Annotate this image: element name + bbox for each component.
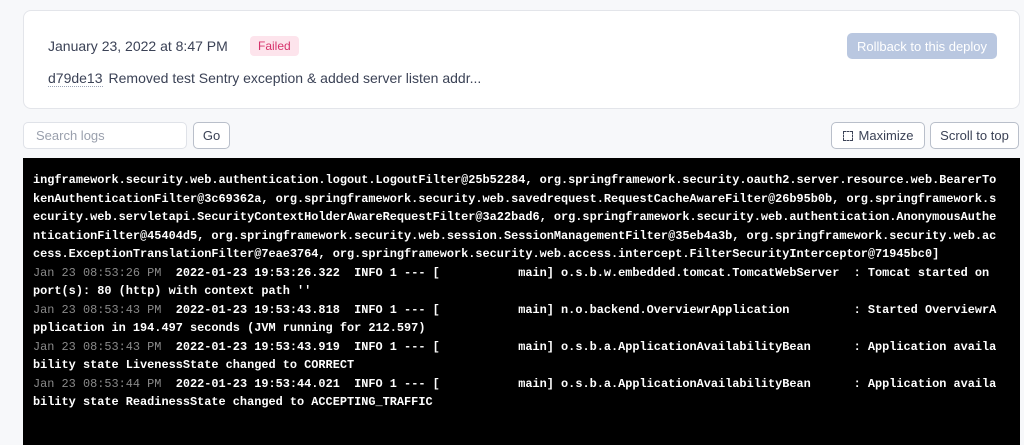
log-line: pplication in 194.497 seconds (JVM runni… <box>33 319 996 338</box>
go-button[interactable]: Go <box>193 122 230 149</box>
commit-sha-link[interactable]: d79de13 <box>48 70 103 87</box>
log-timestamp: Jan 23 08:53:43 PM <box>33 339 162 354</box>
status-badge: Failed <box>250 36 299 56</box>
log-lines: ingframework.security.web.authentication… <box>33 171 996 412</box>
log-line: bility state ReadinessState changed to A… <box>33 393 996 412</box>
log-line: Jan 23 08:53:43 PM 2022-01-23 19:53:43.8… <box>33 301 996 320</box>
log-timestamp: Jan 23 08:53:26 PM <box>33 265 162 280</box>
rollback-button[interactable]: Rollback to this deploy <box>847 33 997 59</box>
log-text: bility state LivenessState changed to CO… <box>33 358 355 372</box>
search-logs-input[interactable] <box>23 122 187 149</box>
maximize-label: Maximize <box>858 128 914 143</box>
log-line: kenAuthenticationFilter@3c69362a, org.sp… <box>33 190 996 209</box>
log-viewer[interactable]: ingframework.security.web.authentication… <box>23 158 1020 445</box>
log-line: port(s): 80 (http) with context path '' <box>33 282 996 301</box>
log-text: cess.ExceptionTranslationFilter@7eae3764… <box>33 247 940 261</box>
log-text: 2022-01-23 19:53:43.818 INFO 1 --- [ mai… <box>161 302 997 317</box>
deploy-card: January 23, 2022 at 8:47 PM Failed Rollb… <box>23 10 1020 109</box>
log-text: ingframework.security.web.authentication… <box>33 173 997 187</box>
log-text: port(s): 80 (http) with context path '' <box>33 284 312 298</box>
commit-message: Removed test Sentry exception & added se… <box>108 70 482 86</box>
log-text: pplication in 194.497 seconds (JVM runni… <box>33 321 426 335</box>
maximize-icon <box>842 131 853 141</box>
log-timestamp: Jan 23 08:53:44 PM <box>33 376 162 391</box>
log-line: Jan 23 08:53:43 PM 2022-01-23 19:53:43.9… <box>33 338 996 357</box>
log-line: cess.ExceptionTranslationFilter@7eae3764… <box>33 245 996 264</box>
log-text: ecurity.web.servletapi.SecurityContextHo… <box>33 210 997 224</box>
log-line: Jan 23 08:53:44 PM 2022-01-23 19:53:44.0… <box>33 375 996 394</box>
log-text: 2022-01-23 19:53:26.322 INFO 1 --- [ mai… <box>161 265 990 280</box>
maximize-button[interactable]: Maximize <box>831 122 925 149</box>
log-text: nticationFilter@45404d5, org.springframe… <box>33 228 997 243</box>
log-line: ecurity.web.servletapi.SecurityContextHo… <box>33 208 996 227</box>
log-line: bility state LivenessState changed to CO… <box>33 356 996 375</box>
log-text: 2022-01-23 19:53:43.919 INFO 1 --- [ mai… <box>161 339 997 354</box>
commit-info: d79de13 Removed test Sentry exception & a… <box>48 70 482 87</box>
log-line: nticationFilter@45404d5, org.springframe… <box>33 227 996 246</box>
log-text: kenAuthenticationFilter@3c69362a, org.sp… <box>33 191 997 206</box>
log-timestamp: Jan 23 08:53:43 PM <box>33 302 162 317</box>
log-line: Jan 23 08:53:26 PM 2022-01-23 19:53:26.3… <box>33 264 996 283</box>
deploy-date: January 23, 2022 at 8:47 PM <box>48 38 228 54</box>
scroll-to-top-button[interactable]: Scroll to top <box>930 122 1019 149</box>
log-line: ingframework.security.web.authentication… <box>33 171 996 190</box>
log-text: 2022-01-23 19:53:44.021 INFO 1 --- [ mai… <box>161 376 997 391</box>
log-text: bility state ReadinessState changed to A… <box>33 395 433 409</box>
